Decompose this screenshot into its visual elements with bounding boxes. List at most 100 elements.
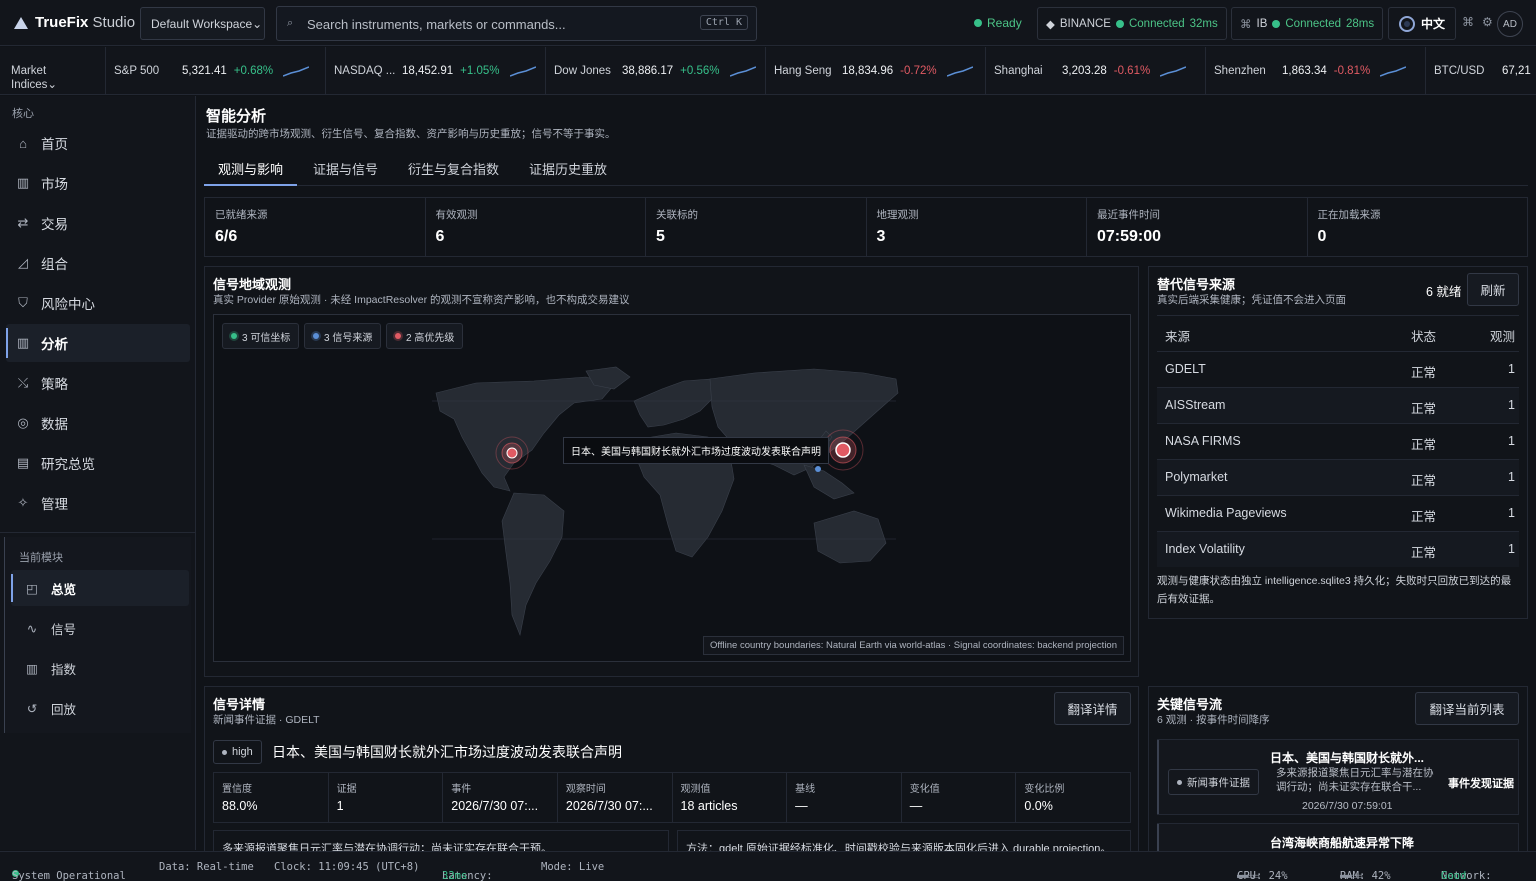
metric-cell: 观测值 18 articles xyxy=(673,773,788,822)
world-map[interactable]: 3 可信坐标 3 信号来源 2 高优先级 日本、美国与韩国财长就外汇市场过度波动发表… xyxy=(213,314,1131,662)
sidebar-item[interactable]: ⛉ 风险中心 xyxy=(6,284,190,322)
ticker-change: +0.68% xyxy=(233,65,274,77)
tab-observation[interactable]: 观测与影响 xyxy=(204,150,298,186)
clock: Clock: 11:09:45 (UTC+8) xyxy=(274,861,420,873)
source-name: Polymarket xyxy=(1165,470,1228,484)
sidebar-divider xyxy=(0,532,196,533)
ticker-item[interactable]: Hang Seng 18,834.96 -0.72% xyxy=(766,47,986,94)
sidebar-item[interactable]: ⤯ 策略 xyxy=(6,364,190,402)
module-item[interactable]: ↺ 回放 xyxy=(11,690,189,726)
table-row[interactable]: Wikimedia Pageviews 正常 1 xyxy=(1157,495,1519,531)
module-item[interactable]: ◰ 总览 xyxy=(11,570,189,606)
signal-detail-panel: 信号详情 新闻事件证据 · GDELT 翻译详情 high 日本、美国与韩国财长… xyxy=(204,686,1139,856)
table-row[interactable]: GDELT 正常 1 xyxy=(1157,351,1519,387)
source-count: 1 xyxy=(1508,398,1515,412)
signal-map-panel: 信号地域观测 真实 Provider 原始观测 · 未经 ImpactResol… xyxy=(204,266,1139,677)
sidebar-item[interactable]: ⇄ 交易 xyxy=(6,204,190,242)
ib-connection[interactable]: ⌘ IB Connected 28ms xyxy=(1231,7,1384,40)
module-item[interactable]: ▥ 指数 xyxy=(11,650,189,686)
ticker-change: +0.56% xyxy=(680,65,720,77)
panel-subtitle: 真实 Provider 原始观测 · 未经 ImpactResolver 的观测… xyxy=(213,294,630,306)
source-status: 正常 xyxy=(1411,474,1437,488)
map-filter-chip[interactable]: 2 高优先级 xyxy=(386,323,464,349)
translate-detail-button[interactable]: 翻译详情 xyxy=(1054,692,1131,725)
ticker-item[interactable]: NASDAQ ... 18,452.91 +1.05% xyxy=(326,47,546,94)
stat-value: 07:59:00 xyxy=(1097,228,1162,245)
ticker-value: 18,452.91 xyxy=(402,65,454,77)
source-count: 1 xyxy=(1508,470,1515,484)
sidebar-item[interactable]: ▥ 市场 xyxy=(6,164,190,202)
refresh-button[interactable]: 刷新 xyxy=(1467,273,1519,306)
map-filter-chip[interactable]: 3 可信坐标 xyxy=(222,323,300,349)
source-status: 正常 xyxy=(1411,438,1437,452)
ticker-name: NASDAQ ... xyxy=(334,65,396,77)
sources-note: 观测与健康状态由独立 intelligence.sqlite3 持久化；失败时只… xyxy=(1157,575,1512,605)
metric-label: 事件 xyxy=(451,784,472,795)
ticker-item[interactable]: BTC/USD 67,21 xyxy=(1426,47,1536,94)
sidebar-item[interactable]: ◿ 组合 xyxy=(6,244,190,282)
sparkline-icon xyxy=(1380,66,1407,77)
sidebar-item[interactable]: ▤ 研究总览 xyxy=(6,444,190,482)
ticker-item[interactable]: Dow Jones 38,886.17 +0.56% xyxy=(546,47,766,94)
metric-value: 88.0% xyxy=(222,799,258,813)
ticker-change: -0.61% xyxy=(1113,65,1151,77)
table-row[interactable]: NASA FIRMS 正常 1 xyxy=(1157,423,1519,459)
module-item[interactable]: ∿ 信号 xyxy=(11,610,189,646)
chip-dot-icon xyxy=(231,333,237,339)
signal-point-taiwan[interactable] xyxy=(815,466,821,472)
module-icon: ◰ xyxy=(26,581,38,596)
metric-label: 证据 xyxy=(336,784,357,795)
sidebar-item[interactable]: ⌂ 首页 xyxy=(6,124,190,162)
ticker-value: 1,863.34 xyxy=(1282,65,1327,77)
nav-icon: ▤ xyxy=(16,455,30,470)
command-search[interactable]: ⌕ Search instruments, markets or command… xyxy=(276,6,757,41)
module-item-label: 总览 xyxy=(51,582,77,597)
ticker-item[interactable]: S&P 500 5,321.41 +0.68% xyxy=(106,47,326,94)
sidebar-item-label: 分析 xyxy=(41,337,68,352)
tab-evidence[interactable]: 证据与信号 xyxy=(299,150,392,186)
metric-value: 1 xyxy=(336,799,344,813)
sidebar-item-label: 策略 xyxy=(41,377,68,392)
stat-card: 地理观测 3 xyxy=(867,198,1087,256)
app-logo[interactable]: TrueFix Studio xyxy=(14,14,135,31)
tab-history-replay[interactable]: 证据历史重放 xyxy=(515,150,621,186)
panel-subtitle: 6 观测 · 按事件时间降序 xyxy=(1157,714,1270,726)
stat-value: 3 xyxy=(876,228,886,245)
mode: Mode: Live xyxy=(541,861,605,873)
chip-dot-icon xyxy=(313,333,319,339)
ticker-category-select[interactable]: Market Indices⌄ xyxy=(0,47,106,94)
translate-list-button[interactable]: 翻译当前列表 xyxy=(1415,692,1519,725)
ticker-item[interactable]: Shenzhen 1,863.34 -0.81% xyxy=(1206,47,1426,94)
land-europe xyxy=(633,378,715,428)
sidebar-item[interactable]: ✧ 管理 xyxy=(6,484,190,522)
stream-item[interactable]: 日本、美国与韩国财长就外... 新闻事件证据 多来源报道聚焦日元汇率与潜在协调行… xyxy=(1157,739,1519,815)
source-count: 1 xyxy=(1508,362,1515,376)
source-name: GDELT xyxy=(1165,362,1206,376)
source-count: 1 xyxy=(1508,542,1515,556)
table-row[interactable]: Polymarket 正常 1 xyxy=(1157,459,1519,495)
ticker-change: +1.05% xyxy=(460,65,500,77)
nav-icon: ▥ xyxy=(16,335,30,350)
workspace-selector[interactable]: Default Workspace⌄ xyxy=(140,7,265,40)
status-dot-icon xyxy=(974,19,982,27)
gear-icon[interactable]: ⚙ xyxy=(1482,15,1493,29)
map-filter-chip[interactable]: 3 信号来源 xyxy=(304,323,382,349)
sidebar-item-label: 组合 xyxy=(41,257,68,272)
page-title: 智能分析 xyxy=(206,108,267,125)
user-avatar[interactable]: AD xyxy=(1497,11,1523,37)
nav-icon: ⇄ xyxy=(17,215,29,230)
sidebar-item[interactable]: ▥ 分析 xyxy=(6,324,190,362)
ticker-item[interactable]: Shanghai 3,203.28 -0.61% xyxy=(986,47,1206,94)
language-switch[interactable]: 中文 xyxy=(1388,7,1456,40)
world-map-canvas xyxy=(432,366,899,637)
metric-value: 0.0% xyxy=(1024,799,1053,813)
detail-headline: 日本、美国与韩国财长就外汇市场过度波动发表联合声明 xyxy=(272,744,622,760)
sidebar-item[interactable]: ◎ 数据 xyxy=(6,404,190,442)
ticker-name: Dow Jones xyxy=(554,65,611,77)
binance-connection[interactable]: ◆ BINANCE Connected 32ms xyxy=(1037,7,1227,40)
table-row[interactable]: Index Volatility 正常 1 xyxy=(1157,531,1519,567)
command-palette-icon[interactable]: ⌘ xyxy=(1462,15,1474,29)
tab-derived-index[interactable]: 衍生与复合指数 xyxy=(394,150,513,186)
sidebar-item-label: 首页 xyxy=(41,137,68,152)
table-row[interactable]: AISStream 正常 1 xyxy=(1157,387,1519,423)
